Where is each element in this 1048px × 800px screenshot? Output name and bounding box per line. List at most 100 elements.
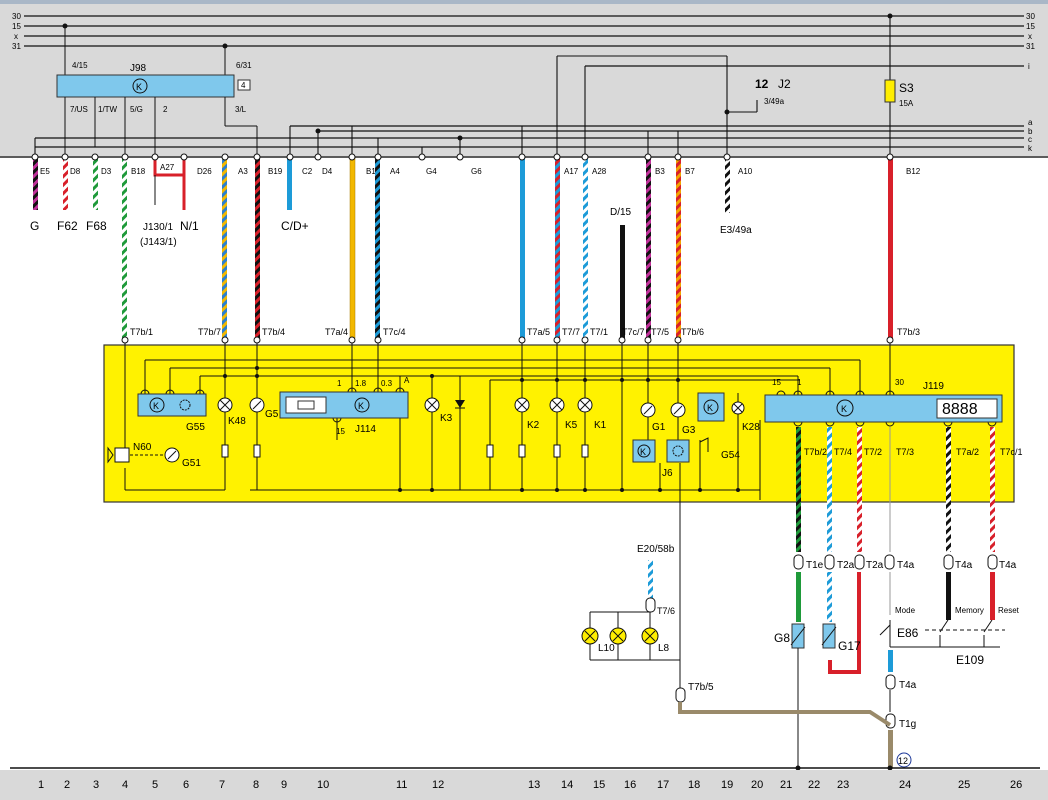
- j114-label: J114: [355, 424, 376, 435]
- t-labels-top: T7b/1 T7b/7 T7b/4 T7a/4 T7c/4 T7a/5 T7/7…: [130, 327, 920, 337]
- reset-label: Reset: [998, 606, 1020, 615]
- j98-pin-3l: 3/L: [235, 105, 247, 114]
- g55-label: G55: [186, 422, 205, 433]
- conn-d4: D4: [322, 167, 333, 176]
- label-n1: N/1: [180, 219, 199, 233]
- t7b2: T7b/2: [804, 447, 827, 457]
- lamp-group: [581, 627, 659, 645]
- t1g-label: T1g: [899, 719, 916, 730]
- j6-label: J6: [662, 468, 673, 479]
- label-j143: (J143/1): [140, 237, 177, 248]
- ruler-number: 8: [253, 779, 259, 791]
- ruler-number: 13: [528, 779, 540, 791]
- j114-pin-15: 15: [336, 427, 345, 436]
- t7b6: T7b/6: [681, 327, 704, 337]
- k2-label: K2: [527, 420, 540, 431]
- t4a-lower-label: T4a: [899, 680, 917, 691]
- t4a-label-2: T4a: [955, 560, 973, 571]
- j98-pin-1tw: 1/TW: [98, 105, 118, 114]
- conn-c2: C2: [302, 167, 313, 176]
- ruler-number: 22: [808, 779, 820, 791]
- rail-label-right-2: 15: [1026, 22, 1035, 31]
- wiring-diagram: 30 15 x 31 30 15 x 31 i a b c k K 4 J98 …: [0, 0, 1048, 800]
- j114-pin-1: 1: [337, 379, 342, 388]
- conn-d3: D3: [101, 167, 112, 176]
- svg-text:K: K: [707, 403, 713, 413]
- j98-pin-5g: 5/G: [130, 105, 143, 114]
- conn-a17: A17: [564, 167, 579, 176]
- ruler-number: 20: [751, 779, 763, 791]
- t7c1: T7c/1: [1000, 447, 1023, 457]
- j98-pin-6-31: 6/31: [236, 61, 252, 70]
- ruler-number: 19: [721, 779, 733, 791]
- ruler-number: 15: [593, 779, 605, 791]
- conn-b3: B3: [655, 167, 665, 176]
- j114-pin-a: A: [404, 376, 410, 385]
- g54-label: G54: [721, 450, 740, 461]
- j2-num: 12: [755, 77, 769, 91]
- display-digits: 8888: [942, 401, 978, 418]
- ruler-number: 24: [899, 779, 911, 791]
- ruler-number: 14: [561, 779, 573, 791]
- rail-label-right-3: x: [1028, 32, 1032, 41]
- ruler-number: 26: [1010, 779, 1022, 791]
- ruler-number: 16: [624, 779, 636, 791]
- conn-a27: A27: [160, 163, 175, 172]
- bus-label-c: c: [1028, 135, 1032, 144]
- t72: T7/2: [864, 447, 882, 457]
- conn-e5: E5: [40, 167, 50, 176]
- conn-a4: A4: [390, 167, 400, 176]
- svg-text:K: K: [153, 401, 159, 411]
- g17-label: G17: [838, 639, 861, 653]
- rail-label-right-4: 31: [1026, 42, 1035, 51]
- g1-label: G1: [652, 422, 666, 433]
- bus-label-i: i: [1028, 62, 1030, 71]
- k3-label: K3: [440, 413, 453, 424]
- n60-label: N60: [133, 442, 152, 453]
- g8-label: G8: [774, 631, 790, 645]
- t7c4: T7c/4: [383, 327, 406, 337]
- g3-label: G3: [682, 425, 696, 436]
- rail-label-left-1: 30: [12, 12, 21, 21]
- t7a2: T7a/2: [956, 447, 979, 457]
- t7a5: T7a/5: [527, 327, 550, 337]
- t71: T7/1: [590, 327, 608, 337]
- t7c7: T7c/7: [622, 327, 645, 337]
- ruler-number: 7: [219, 779, 225, 791]
- ruler-number: 4: [122, 779, 128, 791]
- ruler-number: 23: [837, 779, 849, 791]
- k5-label: K5: [565, 420, 578, 431]
- bus-label-a: a: [1028, 118, 1033, 127]
- ruler-number: 10: [317, 779, 329, 791]
- wires-upper: [33, 157, 893, 339]
- mode-label: Mode: [895, 606, 916, 615]
- t2a-label-1: T2a: [837, 560, 855, 571]
- conn-b7: B7: [685, 167, 695, 176]
- conn-b18: B18: [131, 167, 146, 176]
- conn-d8: D8: [70, 167, 81, 176]
- ruler-number: 12: [432, 779, 444, 791]
- l8-label: L8: [658, 643, 670, 654]
- label-cd: C/D+: [281, 219, 309, 233]
- ruler-number: 21: [780, 779, 792, 791]
- cluster-pin-1: 1: [797, 378, 802, 387]
- rail-label-left-4: 31: [12, 42, 21, 51]
- t76-label: T7/6: [657, 606, 675, 616]
- conn-d26: D26: [197, 167, 212, 176]
- j98-pin-2: 2: [163, 105, 168, 114]
- k48-label: K48: [228, 416, 246, 427]
- ruler-number: 9: [281, 779, 287, 791]
- t7a4: T7a/4: [325, 327, 348, 337]
- s3-label: S3: [899, 81, 914, 95]
- e109-label: E109: [956, 653, 984, 667]
- t4a-label-3: T4a: [999, 560, 1017, 571]
- label-f62: F62: [57, 219, 78, 233]
- j114-pin-03: 0.3: [381, 379, 393, 388]
- e20-label: E20/58b: [637, 544, 675, 555]
- ruler-number: 11: [396, 779, 407, 791]
- rail-label-right-1: 30: [1026, 12, 1035, 21]
- k1-label: K1: [594, 420, 607, 431]
- label-g: G: [30, 219, 39, 233]
- j98-pin-7us: 7/US: [70, 105, 88, 114]
- j98-box-num: 4: [241, 81, 246, 90]
